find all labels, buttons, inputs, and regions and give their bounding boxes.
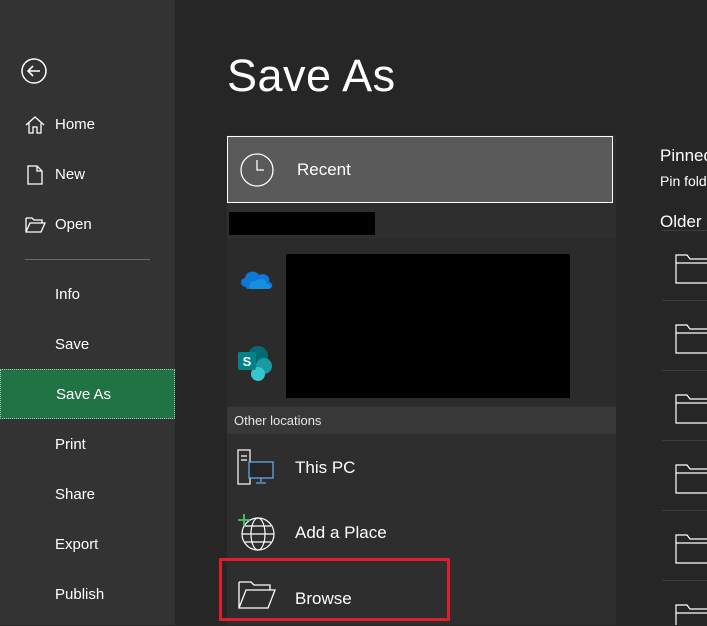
older-title: Older — [660, 212, 702, 231]
location-add-a-place[interactable]: Add a Place — [227, 500, 616, 562]
folder-icon — [675, 324, 707, 354]
folder-icon — [675, 254, 707, 284]
other-locations-header: Other locations — [227, 407, 616, 434]
add-place-globe-icon — [236, 512, 278, 554]
backstage-sidebar: Home New Open Info Save Save As Print Sh… — [0, 0, 175, 625]
clock-icon — [239, 152, 275, 188]
sidebar-item-share[interactable]: Share — [0, 470, 175, 520]
sidebar-item-save-as[interactable]: Save As — [0, 369, 175, 419]
svg-text:S: S — [243, 354, 252, 369]
sidebar-item-publish[interactable]: Publish — [0, 570, 175, 620]
sidebar-item-print[interactable]: Print — [0, 420, 175, 470]
onedrive-icon[interactable] — [237, 265, 275, 293]
folder-icon — [675, 394, 707, 424]
open-folder-icon — [24, 214, 47, 236]
sidebar-item-label: Save — [55, 336, 90, 353]
sidebar-item-open[interactable]: Open — [0, 200, 175, 250]
sidebar-item-new[interactable]: New — [0, 150, 175, 200]
folder-row[interactable] — [662, 300, 707, 371]
sidebar-item-label: Print — [55, 436, 86, 453]
sharepoint-icon[interactable]: S — [236, 344, 274, 382]
sidebar-divider — [25, 259, 150, 260]
sidebar-item-info[interactable]: Info — [0, 270, 175, 320]
folder-row[interactable] — [662, 510, 707, 581]
sidebar-item-export[interactable]: Export — [0, 520, 175, 570]
browse-folder-icon — [236, 574, 278, 616]
folder-row[interactable] — [662, 230, 707, 301]
folder-icon — [675, 604, 707, 625]
recent-location-button[interactable]: Recent — [227, 136, 613, 203]
sidebar-item-home[interactable]: Home — [0, 100, 175, 150]
new-document-icon — [24, 164, 46, 186]
sidebar-item-save[interactable]: Save — [0, 320, 175, 370]
this-pc-icon — [236, 448, 278, 490]
sidebar-item-label: Home — [55, 116, 96, 133]
back-arrow-icon[interactable] — [20, 57, 48, 85]
folder-icon — [675, 534, 707, 564]
redacted-account-name — [229, 212, 375, 235]
folder-row[interactable] — [662, 440, 707, 511]
page-title: Save As — [227, 50, 396, 101]
redacted-account-details — [286, 254, 570, 398]
sidebar-item-label: Share — [55, 486, 96, 503]
home-icon — [24, 114, 46, 136]
location-this-pc[interactable]: This PC — [227, 436, 616, 498]
section-header-label: Other locations — [234, 413, 322, 428]
sidebar-item-label: New — [55, 166, 86, 183]
location-label: Browse — [295, 589, 352, 608]
location-label: This PC — [295, 458, 356, 477]
pinned-subtitle: Pin fold — [660, 173, 707, 189]
folders-panel: Pinned Pin fold Older — [617, 0, 707, 625]
location-browse[interactable]: Browse — [227, 564, 616, 626]
sidebar-item-label: Publish — [55, 586, 105, 603]
recent-label: Recent — [297, 160, 351, 179]
location-label: Add a Place — [295, 523, 387, 542]
folder-row[interactable] — [662, 580, 707, 625]
folder-icon — [675, 464, 707, 494]
sidebar-item-label: Save As — [56, 386, 112, 403]
folder-row[interactable] — [662, 370, 707, 441]
sidebar-item-label: Open — [55, 216, 92, 233]
sidebar-item-label: Info — [55, 286, 81, 303]
pinned-title: Pinned — [660, 146, 707, 165]
sidebar-item-label: Export — [55, 536, 99, 553]
